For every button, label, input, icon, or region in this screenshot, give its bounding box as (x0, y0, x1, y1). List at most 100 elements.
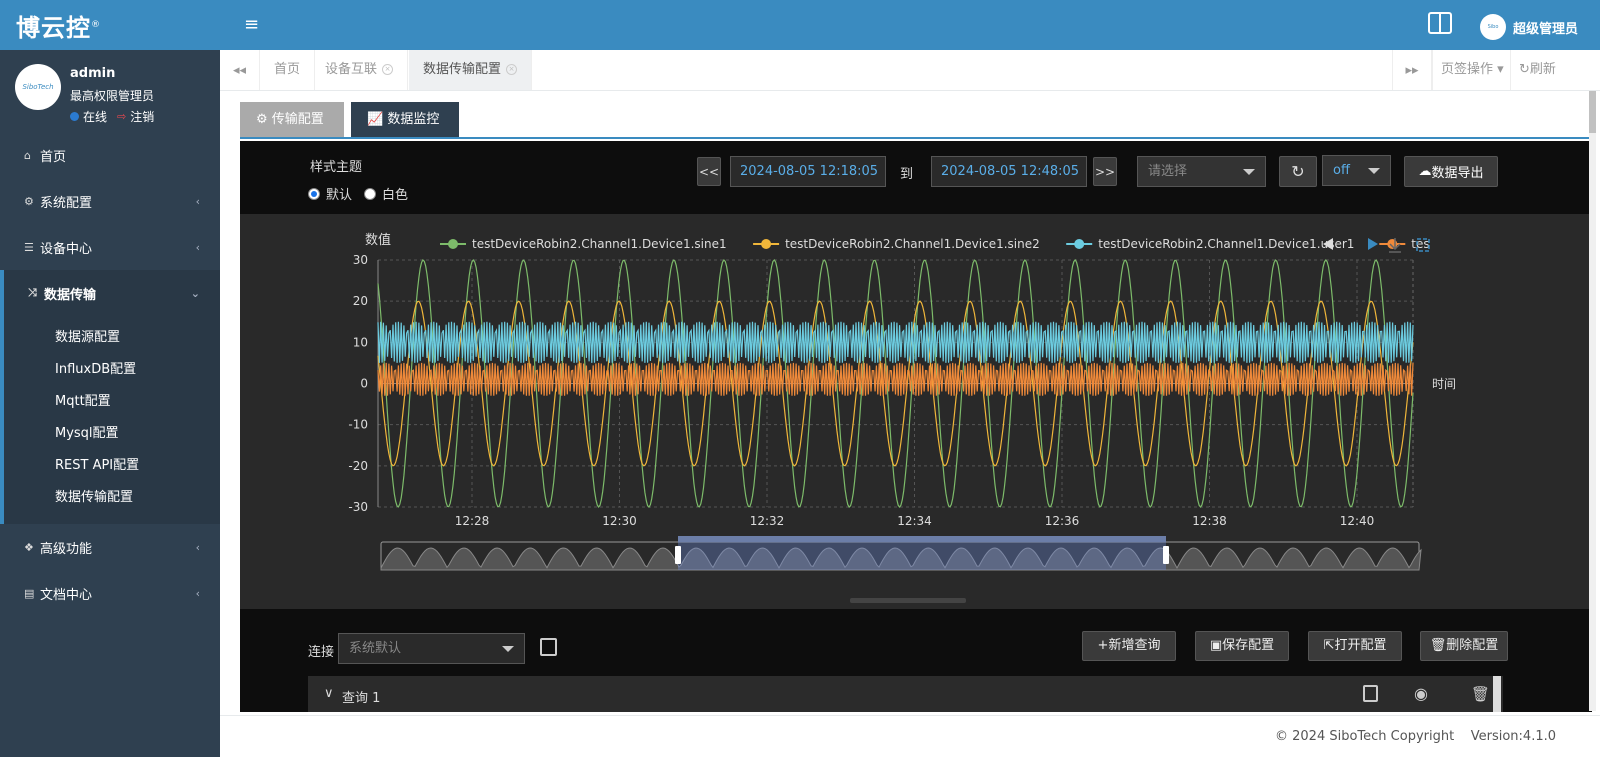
export-button[interactable]: ☁ 数据导出 (1404, 156, 1498, 187)
book-icon[interactable] (1428, 12, 1452, 34)
footer: © 2024 SiboTech Copyright Version:4.1.0 (220, 715, 1600, 757)
add-query-button[interactable]: +新增查询 (1082, 631, 1176, 661)
line-chart[interactable]: 30 20 10 0 -10 -20 -30 12:28 12:30 12:32 12:34 12:3… (240, 214, 1592, 609)
edit-note-icon[interactable] (540, 638, 557, 656)
x-tick-label: 12:36 (1045, 514, 1080, 528)
sidebar-item-system-config[interactable]: ⚙ 系统配置 ‹ (0, 178, 220, 224)
cogs-icon: ⚙ (256, 112, 272, 127)
reload-button[interactable]: ↻ (1279, 156, 1317, 187)
auto-refresh-select[interactable]: off (1322, 155, 1391, 186)
panel-resize-handle (850, 598, 966, 603)
user-name[interactable]: 超级管理员 (1513, 18, 1578, 37)
chevron-left-icon: ‹ (195, 194, 200, 208)
x-tick-label: 12:38 (1192, 514, 1227, 528)
series-line-4 (377, 362, 1414, 396)
logout-link[interactable]: 注销 (130, 108, 154, 125)
sidebar-item-data-transfer[interactable]: ⤨ 数据传输 ⌄ (0, 270, 220, 316)
tabs-scroll-right-icon[interactable]: ▸▸ (1392, 50, 1432, 90)
chevron-down-icon[interactable]: ∨ (324, 686, 334, 701)
page-scrollbar[interactable] (1589, 91, 1596, 711)
delete-config-label: 删除配置 (1446, 638, 1499, 653)
page-ops-dropdown[interactable]: 页签操作 ▾ (1432, 50, 1512, 90)
start-time-input[interactable]: 2024-08-05 12:18:05 (730, 156, 886, 187)
tab-label: 传输配置 (271, 112, 324, 127)
open-config-button[interactable]: ⇱打开配置 (1308, 631, 1402, 661)
main-content: ⚙ 传输配置 📈 数据监控 样式主题 默认 白色 << 2024-08-05 1… (240, 102, 1592, 712)
legend-label: testDeviceRobin2.Channel1.Device1.user1 (1098, 237, 1354, 251)
chevron-left-icon: ‹ (195, 586, 200, 600)
x-tick-label: 12:40 (1340, 514, 1375, 528)
chevron-left-icon: ‹ (195, 240, 200, 254)
sidebar-item-home[interactable]: ⌂ 首页 (0, 132, 220, 178)
copyright-text: © 2024 SiboTech Copyright (1275, 729, 1455, 744)
sidebar-item-docs[interactable]: ▤ 文档中心 ‹ (0, 570, 220, 616)
logo-text: 博云控 (16, 14, 91, 42)
line-chart-icon: 📈 (367, 112, 388, 127)
y-axis-label: 数值 (365, 232, 391, 248)
device-select[interactable]: 请选择 (1137, 156, 1266, 187)
refresh-tab-button[interactable]: ↻刷新 (1510, 50, 1564, 90)
page-tab-home[interactable]: 首页 (260, 50, 316, 90)
plus-icon: + (1097, 638, 1109, 653)
profile-status: 在线 ⇨ 注销 (70, 108, 154, 125)
query-1-header[interactable]: ∨ 查询 1 ◉ 🗑 (308, 676, 1503, 712)
prev-range-button[interactable]: << (697, 157, 721, 186)
next-range-button[interactable]: >> (1093, 157, 1117, 186)
save-config-button[interactable]: ▣保存配置 (1195, 631, 1289, 661)
sidebar-subitem-datasource[interactable]: 数据源配置 (4, 322, 220, 354)
sidebar-item-device-center[interactable]: ☰ 设备中心 ‹ (0, 224, 220, 270)
page-tab-label: 数据传输配置 (423, 62, 502, 77)
eye-icon[interactable]: ◉ (1414, 684, 1428, 703)
sidebar-item-advanced[interactable]: ❖ 高级功能 ‹ (0, 524, 220, 570)
user-avatar[interactable]: Sibo (1480, 14, 1506, 40)
x-tick-label: 12:34 (897, 514, 932, 528)
tabs-scroll-left-icon[interactable]: ◂◂ (220, 50, 260, 90)
end-time-input[interactable]: 2024-08-05 12:48:05 (931, 156, 1087, 187)
theme-white-radio[interactable] (364, 187, 377, 200)
connection-select[interactable]: 系统默认 (338, 633, 525, 664)
sidebar: 博云控® SiboTech admin 最高权限管理员 在线 ⇨ 注销 ⌂ 首页 … (0, 0, 220, 757)
connection-label: 连接 (308, 645, 335, 660)
chevron-left-icon: ‹ (195, 540, 200, 554)
legend-marker (448, 239, 458, 249)
user-profile: SiboTech admin 最高权限管理员 在线 ⇨ 注销 (0, 50, 220, 132)
refresh-icon: ↻ (1291, 162, 1305, 181)
logout-icon[interactable]: ⇨ (117, 110, 126, 123)
gear-icon: ⚙ (24, 194, 34, 208)
save-config-label: 保存配置 (1222, 638, 1275, 653)
profile-name: admin (70, 66, 116, 81)
menu-toggle-icon[interactable]: ≡ (244, 14, 259, 35)
online-dot-icon (70, 112, 79, 121)
sidebar-subitem-mqtt[interactable]: Mqtt配置 (4, 386, 220, 418)
theme-default-radio[interactable] (308, 187, 320, 200)
copy-icon[interactable] (1363, 685, 1378, 702)
scrollbar-thumb[interactable] (1493, 676, 1501, 712)
tab-transfer-config[interactable]: ⚙ 传输配置 (240, 102, 344, 137)
online-label: 在线 (83, 110, 108, 124)
open-config-label: 打开配置 (1334, 638, 1387, 653)
close-icon[interactable]: × (506, 64, 518, 75)
cloud-download-icon: ☁ (1418, 164, 1432, 179)
datazoom-top-bar (678, 536, 1166, 542)
sidebar-subitem-data-transfer-config[interactable]: 数据传输配置 (4, 482, 220, 514)
monitor-panel: 样式主题 默认 白色 << 2024-08-05 12:18:05 到 2024… (240, 141, 1592, 712)
tab-data-monitor[interactable]: 📈 数据监控 (351, 102, 459, 137)
refresh-icon: ↻ (1519, 62, 1530, 77)
sidebar-subitem-influxdb[interactable]: InfluxDB配置 (4, 354, 220, 386)
home-icon: ⌂ (24, 148, 31, 162)
page-tab-device-interconnect[interactable]: 设备互联 × (311, 50, 409, 90)
scrollbar-thumb[interactable] (1589, 91, 1596, 133)
y-tick-label: -30 (348, 500, 368, 514)
page-tab-data-transfer-config[interactable]: 数据传输配置 × (409, 50, 533, 90)
delete-config-button[interactable]: 🗑删除配置 (1420, 631, 1508, 661)
sidebar-subitem-rest-api[interactable]: REST API配置 (4, 450, 220, 482)
page-tab-bar: ◂◂ 首页 设备互联 × 数据传输配置 × ▸▸ 页签操作 ▾ ↻刷新 (220, 50, 1600, 91)
open-icon: ⇱ (1323, 638, 1335, 653)
close-icon[interactable]: × (382, 64, 394, 75)
trash-icon[interactable]: 🗑 (1471, 685, 1490, 703)
sidebar-subitem-mysql[interactable]: Mysql配置 (4, 418, 220, 450)
x-tick-label: 12:28 (455, 514, 490, 528)
theme-default-label: 默认 (326, 188, 353, 203)
y-tick-label: -10 (348, 418, 368, 432)
sidebar-item-label: 数据传输 (44, 287, 97, 303)
